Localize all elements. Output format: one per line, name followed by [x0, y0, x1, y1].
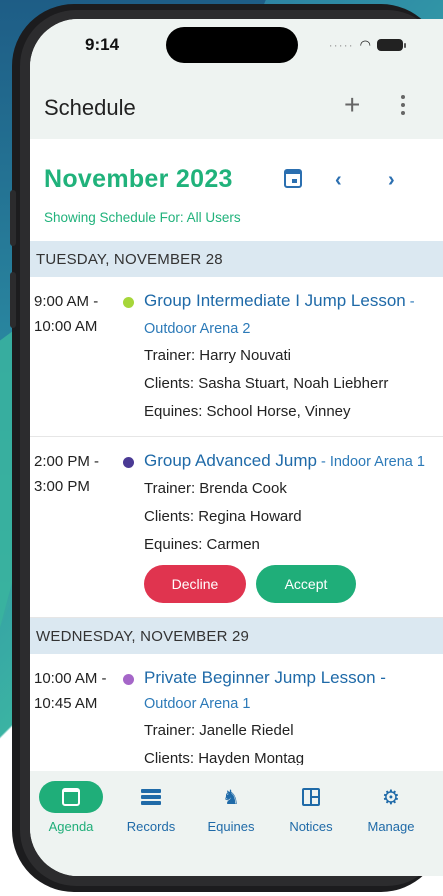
event-color-dot: [123, 674, 134, 685]
list-item[interactable]: 10:00 AM - 10:45 AM Private Beginner Jum…: [30, 654, 443, 765]
event-trainer: Trainer: Harry Nouvati: [144, 347, 291, 364]
list-item[interactable]: 9:00 AM - 10:00 AM Group Intermediate I …: [30, 277, 443, 437]
signal-icon: ·····: [328, 38, 354, 52]
event-trainer: Trainer: Janelle Riedel: [144, 722, 294, 739]
day-header: TUESDAY, NOVEMBER 28: [30, 241, 443, 277]
wifi-icon: ◠: [359, 37, 371, 52]
event-time: 2:00 PM - 3:00 PM: [34, 453, 100, 495]
event-equines: Equines: Carmen: [144, 536, 260, 553]
dynamic-island: [166, 27, 298, 63]
list-item[interactable]: 2:00 PM - 3:00 PM Group Advanced Jump - …: [30, 437, 443, 618]
decline-button[interactable]: Decline: [144, 565, 246, 603]
event-clients: Clients: Regina Howard: [144, 508, 302, 525]
bottom-navigation: Agenda Records ♞ Equines Notices ⚙ Manag…: [30, 771, 443, 876]
status-time: 9:14: [85, 35, 120, 54]
status-bar: 9:14 ····· ◠: [30, 19, 443, 75]
battery-icon: [377, 39, 406, 51]
add-icon[interactable]: +: [344, 91, 360, 119]
phone-screen: 9:14 ····· ◠ Schedule + November 2023 ‹ …: [30, 19, 443, 876]
records-icon: [141, 789, 161, 805]
event-clients: Clients: Hayden Montag: [144, 750, 305, 765]
phone-side-button: [10, 190, 16, 246]
nav-notices[interactable]: Notices: [276, 781, 346, 834]
nav-agenda[interactable]: Agenda: [36, 781, 106, 834]
nav-records[interactable]: Records: [116, 781, 186, 834]
event-trainer: Trainer: Brenda Cook: [144, 480, 287, 497]
event-color-dot: [123, 297, 134, 308]
page-title: Schedule: [44, 95, 136, 120]
phone-side-button: [10, 272, 16, 328]
event-time: 10:00 AM - 10:45 AM: [34, 670, 107, 712]
chevron-left-icon[interactable]: ‹: [335, 169, 342, 192]
month-title: November 2023: [44, 165, 233, 193]
app-bar: Schedule +: [30, 75, 443, 139]
accept-button[interactable]: Accept: [256, 565, 356, 603]
event-title[interactable]: Group Advanced Jump - Indoor Arena 1: [144, 448, 443, 475]
event-color-dot: [123, 457, 134, 468]
showing-schedule-filter[interactable]: Showing Schedule For: All Users: [44, 210, 241, 225]
nav-equines[interactable]: ♞ Equines: [196, 781, 266, 835]
event-clients: Clients: Sasha Stuart, Noah Liebherr: [144, 375, 389, 392]
gear-icon: ⚙: [382, 786, 400, 809]
status-icons: ····· ◠: [328, 37, 406, 53]
event-equines: Equines: School Horse, Vinney: [144, 403, 351, 420]
event-title[interactable]: Private Beginner Jump Lesson - Outdoor Ar…: [144, 665, 443, 717]
event-title[interactable]: Group Intermediate I Jump Lesson - Outdo…: [144, 288, 443, 342]
event-time: 9:00 AM - 10:00 AM: [34, 293, 99, 335]
day-header: WEDNESDAY, NOVEMBER 29: [30, 618, 443, 654]
nav-manage[interactable]: ⚙ Manage: [356, 781, 426, 835]
chevron-right-icon[interactable]: ›: [388, 169, 395, 192]
more-options-icon[interactable]: [400, 95, 406, 115]
schedule-list[interactable]: TUESDAY, NOVEMBER 28 9:00 AM - 10:00 AM …: [30, 241, 443, 765]
notices-icon: [302, 788, 320, 806]
horse-icon: ♞: [222, 786, 240, 809]
calendar-icon: [62, 788, 80, 806]
calendar-icon[interactable]: [284, 169, 302, 188]
